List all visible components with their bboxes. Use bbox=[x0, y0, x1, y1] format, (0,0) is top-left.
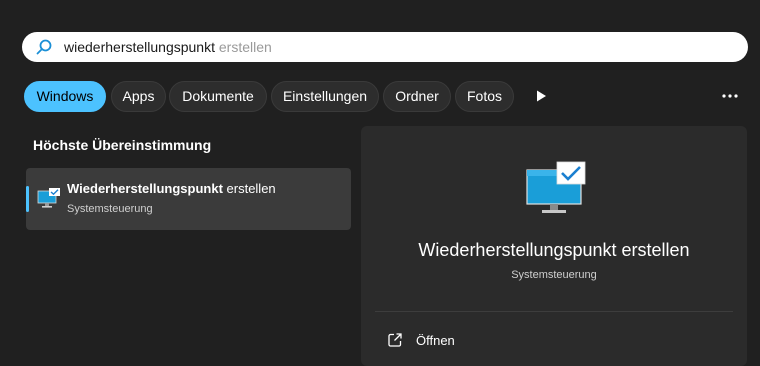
monitor-check-icon bbox=[37, 188, 60, 208]
best-match-title-bold: Wiederherstellungspunkt bbox=[67, 181, 223, 196]
filter-apps[interactable]: Apps bbox=[111, 81, 166, 112]
filter-dokumente[interactable]: Dokumente bbox=[169, 81, 267, 112]
search-typed-text: wiederherstellungspunkt bbox=[64, 39, 215, 55]
monitor-check-large-icon bbox=[526, 161, 586, 213]
detail-pane: Wiederherstellungspunkt erstellen System… bbox=[361, 126, 747, 366]
open-label: Öffnen bbox=[416, 333, 455, 348]
best-match-title-rest: erstellen bbox=[222, 181, 276, 196]
search-box[interactable]: wiederherstellungspunkt erstellen bbox=[22, 32, 748, 62]
selection-indicator bbox=[26, 186, 29, 212]
play-more-filters-icon[interactable] bbox=[534, 89, 548, 103]
best-match-title: Wiederherstellungspunkt erstellen bbox=[67, 181, 276, 196]
detail-subtitle: Systemsteuerung bbox=[511, 269, 597, 281]
detail-title: Wiederherstellungspunkt erstellen bbox=[418, 240, 690, 260]
filter-windows[interactable]: Windows bbox=[24, 81, 106, 112]
filter-fotos[interactable]: Fotos bbox=[455, 81, 514, 112]
detail-divider bbox=[375, 311, 733, 312]
search-input[interactable]: wiederherstellungspunkt erstellen bbox=[64, 39, 272, 55]
more-options-icon[interactable] bbox=[720, 92, 740, 100]
filter-ordner[interactable]: Ordner bbox=[383, 81, 451, 112]
filter-einstellungen[interactable]: Einstellungen bbox=[271, 81, 379, 112]
search-suggestion-text: erstellen bbox=[214, 39, 272, 55]
best-match-subtitle: Systemsteuerung bbox=[67, 203, 153, 215]
best-match-result[interactable]: Wiederherstellungspunkt erstellen System… bbox=[26, 168, 351, 230]
open-external-icon bbox=[388, 333, 402, 347]
best-match-heading: Höchste Übereinstimmung bbox=[33, 137, 212, 153]
search-icon bbox=[36, 39, 52, 55]
open-action[interactable]: Öffnen bbox=[387, 330, 507, 352]
